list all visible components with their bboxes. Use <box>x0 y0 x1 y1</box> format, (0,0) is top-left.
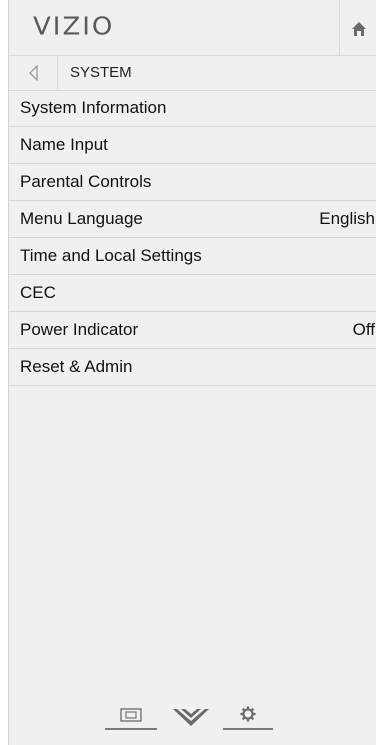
menu-item-cec[interactable]: CEC <box>9 275 376 312</box>
menu-item-value: Off <box>352 320 375 339</box>
settings-gear-icon <box>240 706 256 722</box>
menu-item-label: Name Input <box>20 135 108 154</box>
header: VIZIO <box>9 0 376 56</box>
breadcrumb-title: SYSTEM <box>70 64 132 81</box>
menu-item-power-indicator[interactable]: Power Indicator Off <box>9 312 376 349</box>
menu-item-label: Time and Local Settings <box>20 246 202 265</box>
menu-item-label: Menu Language <box>20 209 143 228</box>
menu-item-label: Parental Controls <box>20 172 152 191</box>
menu-item-label: Reset & Admin <box>20 357 133 376</box>
vizio-logo: VIZIO <box>33 12 115 42</box>
system-menu-panel: VIZIO SYSTEM System Information Name Inp… <box>8 0 376 745</box>
breadcrumb: SYSTEM <box>9 56 376 91</box>
input-underline <box>105 728 157 730</box>
menu-item-time-and-local-settings[interactable]: Time and Local Settings <box>9 238 376 275</box>
menu-item-name-input[interactable]: Name Input <box>9 127 376 164</box>
menu-item-system-information[interactable]: System Information <box>9 90 376 127</box>
v-icon <box>173 709 209 726</box>
menu-item-label: System Information <box>20 98 167 117</box>
menu-item-parental-controls[interactable]: Parental Controls <box>9 164 376 201</box>
menu-item-label: Power Indicator <box>20 320 139 339</box>
settings-underline <box>223 728 273 730</box>
back-button[interactable] <box>9 56 58 90</box>
input-icon <box>120 708 142 722</box>
menu-item-label: CEC <box>20 283 56 302</box>
home-icon <box>351 22 366 36</box>
back-arrow-icon <box>29 65 38 81</box>
menu-item-value: English <box>319 209 375 228</box>
home-button[interactable] <box>339 0 376 55</box>
menu-item-reset-and-admin[interactable]: Reset & Admin <box>9 349 376 386</box>
menu-item-menu-language[interactable]: Menu Language English <box>9 201 376 238</box>
footer-nav <box>105 700 285 734</box>
system-menu-list: System Information Name Input Parental C… <box>9 90 376 386</box>
